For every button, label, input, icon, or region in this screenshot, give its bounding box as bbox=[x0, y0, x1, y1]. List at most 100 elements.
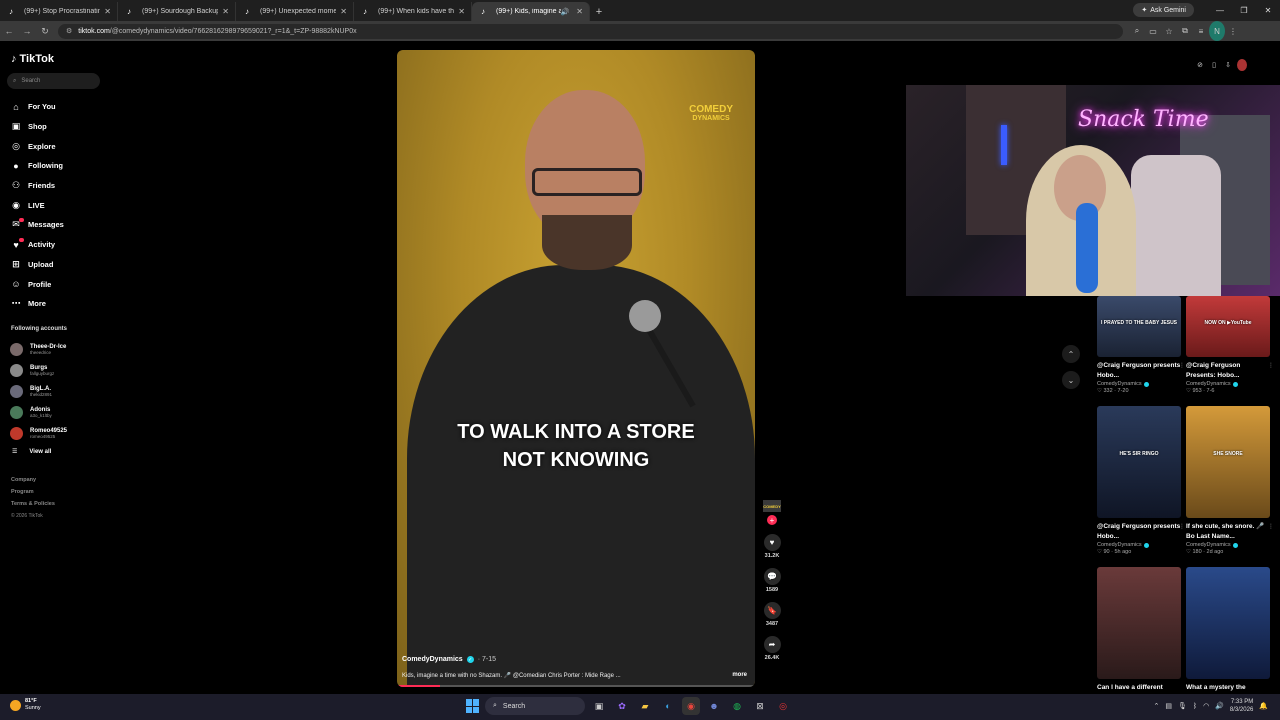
video-author[interactable]: ComedyDynamics ✓ · 7-15 bbox=[402, 656, 496, 663]
close-tab-icon[interactable]: ✕ bbox=[222, 7, 229, 16]
video-thumbnail[interactable]: I PRAYED TO THE BABY JESUS bbox=[1097, 296, 1181, 357]
site-info-icon[interactable]: ⚙ bbox=[66, 27, 72, 35]
mic-tray-icon[interactable]: 🎙 bbox=[1178, 702, 1187, 710]
sidebar-toggle-icon[interactable]: ≡ bbox=[1193, 21, 1209, 41]
video-thumbnail[interactable]: SHE SNORE bbox=[1186, 406, 1270, 518]
nav-item-activity[interactable]: ♥ Activity bbox=[0, 235, 120, 255]
nav-item-following[interactable]: ● Following bbox=[0, 156, 120, 176]
task-view-icon[interactable]: ▣ bbox=[590, 697, 608, 715]
view-all-button[interactable]: ☰ View all bbox=[10, 448, 67, 456]
download-icon[interactable]: ⇩ bbox=[1223, 59, 1233, 71]
device-icon[interactable]: ▯ bbox=[1209, 59, 1219, 71]
discord-icon[interactable]: ☻ bbox=[705, 697, 723, 715]
cast-icon[interactable]: ▭ bbox=[1145, 21, 1161, 41]
following-account[interactable]: Burgs fallguyburgz bbox=[10, 360, 67, 381]
share-icon[interactable]: ➦ bbox=[763, 636, 781, 653]
nav-item-friends[interactable]: ⚇ Friends bbox=[0, 176, 120, 196]
browser-tab[interactable]: ♪ (99+) Sourdough Backup Chart✕ bbox=[118, 2, 236, 21]
next-video-icon[interactable]: ⌄ bbox=[1062, 371, 1080, 389]
card-menu-icon[interactable]: ⋮ bbox=[1179, 523, 1185, 530]
bookmark-icon[interactable]: 🔖 bbox=[763, 602, 781, 619]
tray-app-icon[interactable]: ▤ bbox=[1165, 702, 1172, 710]
new-tab-button[interactable]: + bbox=[590, 2, 608, 21]
browser-menu-icon[interactable]: ⋮ bbox=[1225, 21, 1241, 41]
previous-video-icon[interactable]: ⌃ bbox=[1062, 345, 1080, 363]
tiktok-logo[interactable]: ♪ TikTok bbox=[11, 53, 54, 65]
weather-widget[interactable]: 81°F Sunny bbox=[10, 698, 41, 712]
wifi-icon[interactable]: ◠ bbox=[1203, 702, 1209, 710]
windows-start-icon[interactable] bbox=[466, 699, 480, 713]
video-card[interactable]: HE'S SIR RINGO @Craig Ferguson presents H… bbox=[1097, 406, 1185, 555]
video-card[interactable]: I PRAYED TO THE BABY JESUS @Craig Ferguso… bbox=[1097, 296, 1185, 394]
video-card[interactable]: Can I have a different bbox=[1097, 567, 1181, 703]
edge-icon[interactable]: ◐ bbox=[659, 697, 677, 715]
nav-item-live[interactable]: ◉ LIVE bbox=[0, 195, 120, 215]
back-icon[interactable]: ← bbox=[0, 21, 18, 41]
copilot-icon[interactable]: ✿ bbox=[613, 697, 631, 715]
follow-plus-icon[interactable]: + bbox=[767, 515, 777, 525]
nav-item-messages[interactable]: ✉ Messages bbox=[0, 215, 120, 235]
user-avatar[interactable] bbox=[1237, 59, 1247, 71]
chrome-icon[interactable]: ◉ bbox=[682, 697, 700, 715]
volume-icon[interactable]: 🔊 bbox=[1215, 702, 1224, 710]
profile-avatar[interactable]: N bbox=[1209, 21, 1225, 41]
following-account[interactable]: Theee-Dr-Ice theeedrice bbox=[10, 339, 67, 360]
following-account[interactable]: Romeo49525 romeo49525 bbox=[10, 423, 67, 444]
spotify-icon[interactable]: ◍ bbox=[728, 697, 746, 715]
video-thumbnail[interactable]: NOW ON ▶YouTube bbox=[1186, 296, 1270, 357]
close-tab-icon[interactable]: ✕ bbox=[576, 7, 583, 16]
notification-bell-icon[interactable]: 🔔 bbox=[1259, 702, 1268, 710]
video-player[interactable]: COMEDY DYNAMICS TO WALK INTO A STORE NOT… bbox=[397, 50, 755, 687]
xbox-icon[interactable]: ⊠ bbox=[751, 697, 769, 715]
nav-item-shop[interactable]: ▣ Shop bbox=[0, 117, 120, 137]
nav-item-explore[interactable]: ◎ Explore bbox=[0, 136, 120, 156]
taskbar-search[interactable]: ⌕ Search bbox=[485, 697, 585, 715]
browser-tab[interactable]: ♪ (99+) Unexpected moments wh✕ bbox=[236, 2, 354, 21]
nav-item-profile[interactable]: ☺ Profile bbox=[0, 274, 120, 294]
coins-icon[interactable]: ⊘ bbox=[1195, 59, 1205, 71]
card-menu-icon[interactable]: ⋮ bbox=[1268, 362, 1274, 369]
like-icon[interactable]: ♥ bbox=[763, 534, 781, 551]
close-window-icon[interactable]: ✕ bbox=[1256, 0, 1280, 21]
file-explorer-icon[interactable]: ▰ bbox=[636, 697, 654, 715]
bookmark-star-icon[interactable]: ☆ bbox=[1161, 21, 1177, 41]
tray-chevron-icon[interactable]: ⌃ bbox=[1154, 702, 1160, 710]
reload-icon[interactable]: ↻ bbox=[36, 21, 54, 41]
maximize-icon[interactable]: ❐ bbox=[1232, 0, 1256, 21]
video-card[interactable]: NOW ON ▶YouTube @Craig Ferguson Presents:… bbox=[1186, 296, 1274, 394]
clock[interactable]: 7:33 PM 8/3/2026 bbox=[1230, 698, 1253, 714]
comment-icon[interactable]: 💬 bbox=[763, 568, 781, 585]
more-link[interactable]: more bbox=[732, 672, 747, 678]
video-thumbnail[interactable] bbox=[1186, 567, 1270, 679]
video-progress-bar[interactable] bbox=[397, 685, 755, 687]
ask-gemini-button[interactable]: ✦ Ask Gemini bbox=[1133, 3, 1194, 17]
card-menu-icon[interactable]: ⋮ bbox=[1268, 523, 1274, 530]
footer-company[interactable]: Company bbox=[11, 477, 55, 489]
footer-program[interactable]: Program bbox=[11, 489, 55, 501]
video-thumbnail[interactable] bbox=[1097, 567, 1181, 679]
browser-tab[interactable]: ♪ (99+) When kids have the funni✕ bbox=[354, 2, 472, 21]
footer-terms[interactable]: Terms & Policies bbox=[11, 501, 55, 513]
obs-icon[interactable]: ◎ bbox=[774, 697, 792, 715]
minimize-icon[interactable]: — bbox=[1208, 0, 1232, 21]
close-tab-icon[interactable]: ✕ bbox=[340, 7, 347, 16]
video-card[interactable]: What a mystery the bbox=[1186, 567, 1270, 703]
following-account[interactable]: BigL.A. thekid2891 bbox=[10, 381, 67, 402]
video-thumbnail[interactable]: HE'S SIR RINGO bbox=[1097, 406, 1181, 518]
card-menu-icon[interactable]: ⋮ bbox=[1179, 362, 1185, 369]
browser-tab[interactable]: ♪ (99+) Stop Procrastinating: Funny✕ bbox=[0, 2, 118, 21]
nav-item-upload[interactable]: ⊞ Upload bbox=[0, 255, 120, 275]
zoom-icon[interactable]: ⌕ bbox=[1129, 21, 1145, 41]
creator-avatar[interactable]: COMEDY bbox=[763, 500, 781, 512]
nav-item-more[interactable]: ⋯ More bbox=[0, 294, 120, 314]
search-input[interactable]: ⌕ Search bbox=[7, 73, 100, 89]
forward-icon[interactable]: → bbox=[18, 21, 36, 41]
following-account[interactable]: Adonis a3o_k1ltby bbox=[10, 402, 67, 423]
browser-tab[interactable]: ♪ (99+) Kids, imagine a time w🔊 ✕ bbox=[472, 2, 590, 21]
video-card[interactable]: SHE SNORE If she cute, she snore. 🎤 Bo La… bbox=[1186, 406, 1274, 555]
nav-item-for-you[interactable]: ⌂ For You bbox=[0, 97, 120, 117]
close-tab-icon[interactable]: ✕ bbox=[458, 7, 465, 16]
bluetooth-icon[interactable]: ᛒ bbox=[1193, 703, 1197, 710]
close-tab-icon[interactable]: ✕ bbox=[104, 7, 111, 16]
url-input[interactable]: ⚙ tiktok.com /@comedydynamics/video/7662… bbox=[58, 23, 1123, 39]
